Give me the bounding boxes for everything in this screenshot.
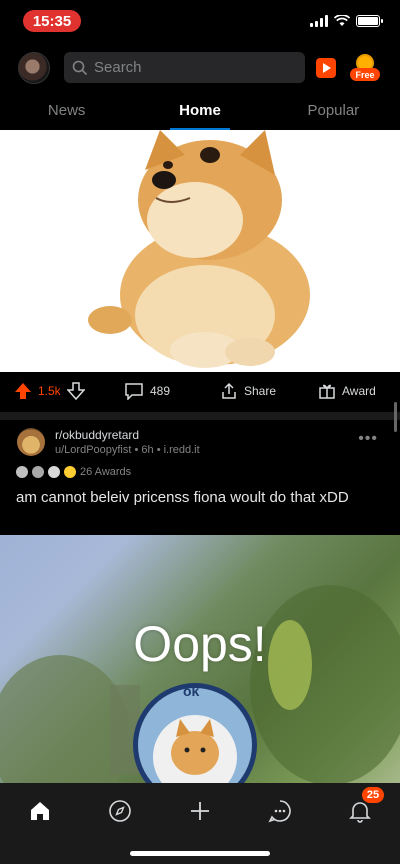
post-image-meme[interactable]: Oops! ok <box>0 535 400 783</box>
nav-discover[interactable] <box>106 797 134 825</box>
nav-home[interactable] <box>26 797 54 825</box>
top-header: Search Free <box>0 48 400 90</box>
award-button[interactable]: Award <box>318 382 376 400</box>
award-silver-icon <box>16 466 28 478</box>
wifi-icon <box>334 15 350 26</box>
avatar[interactable] <box>18 52 50 84</box>
video-icon[interactable] <box>316 58 336 78</box>
scrollbar[interactable] <box>394 402 397 432</box>
signal-icon <box>310 15 328 27</box>
comment-count: 489 <box>150 384 171 398</box>
comments-button[interactable]: 489 <box>124 382 170 400</box>
search-placeholder: Search <box>94 59 142 76</box>
share-icon <box>222 382 236 399</box>
awards-count: 26 Awards <box>80 466 132 478</box>
award-wholesome-icon <box>32 466 44 478</box>
coins-button[interactable]: Free <box>350 54 380 84</box>
doge-illustration <box>88 130 310 368</box>
search-icon <box>72 60 88 75</box>
award-label: Award <box>342 384 376 398</box>
nav-chat[interactable] <box>266 797 294 825</box>
post-image-doge[interactable] <box>0 130 400 372</box>
post-meta: u/LordPoopyfist • 6h • i.redd.it <box>55 444 200 456</box>
search-input[interactable]: Search <box>64 52 305 83</box>
post-action-bar: 1.5k 489 Share Award <box>0 372 400 412</box>
post-title[interactable]: am cannot beleiv pricenss fiona woult do… <box>16 488 376 508</box>
feed-tabs: News Home Popular <box>0 92 400 130</box>
meme-caption: Oops! <box>133 616 267 672</box>
plus-icon <box>191 802 209 820</box>
home-indicator[interactable] <box>130 851 270 856</box>
share-button[interactable]: Share <box>220 382 276 400</box>
nav-inbox[interactable]: 25 <box>346 787 384 825</box>
more-options-icon[interactable]: ••• <box>358 430 378 448</box>
comment-icon <box>125 383 143 400</box>
status-bar: 15:35 <box>0 0 400 44</box>
awards-row[interactable]: 26 Awards <box>16 466 131 478</box>
compass-icon <box>109 800 131 822</box>
post-divider <box>0 412 400 420</box>
gift-icon <box>319 384 335 399</box>
nav-create[interactable] <box>186 797 214 825</box>
award-gold-icon <box>64 466 76 478</box>
award-helpful-icon <box>48 466 60 478</box>
status-time: 15:35 <box>23 10 81 32</box>
vote-group: 1.5k <box>14 382 85 400</box>
meme-badge-text: ok <box>183 683 200 699</box>
tab-home[interactable]: Home <box>133 92 266 130</box>
subreddit-name[interactable]: r/okbuddyretard <box>55 428 139 442</box>
free-badge: Free <box>350 68 380 81</box>
notification-badge: 25 <box>362 787 384 803</box>
tab-popular[interactable]: Popular <box>267 92 400 130</box>
vote-count: 1.5k <box>38 384 61 398</box>
subreddit-icon[interactable] <box>17 428 45 456</box>
tab-news[interactable]: News <box>0 92 133 130</box>
downvote-icon[interactable] <box>66 382 85 400</box>
chat-icon <box>268 800 291 823</box>
upvote-icon[interactable] <box>14 382 32 400</box>
system-icons <box>310 15 383 27</box>
battery-icon <box>356 15 383 27</box>
home-icon <box>31 802 49 820</box>
share-label: Share <box>244 384 277 398</box>
